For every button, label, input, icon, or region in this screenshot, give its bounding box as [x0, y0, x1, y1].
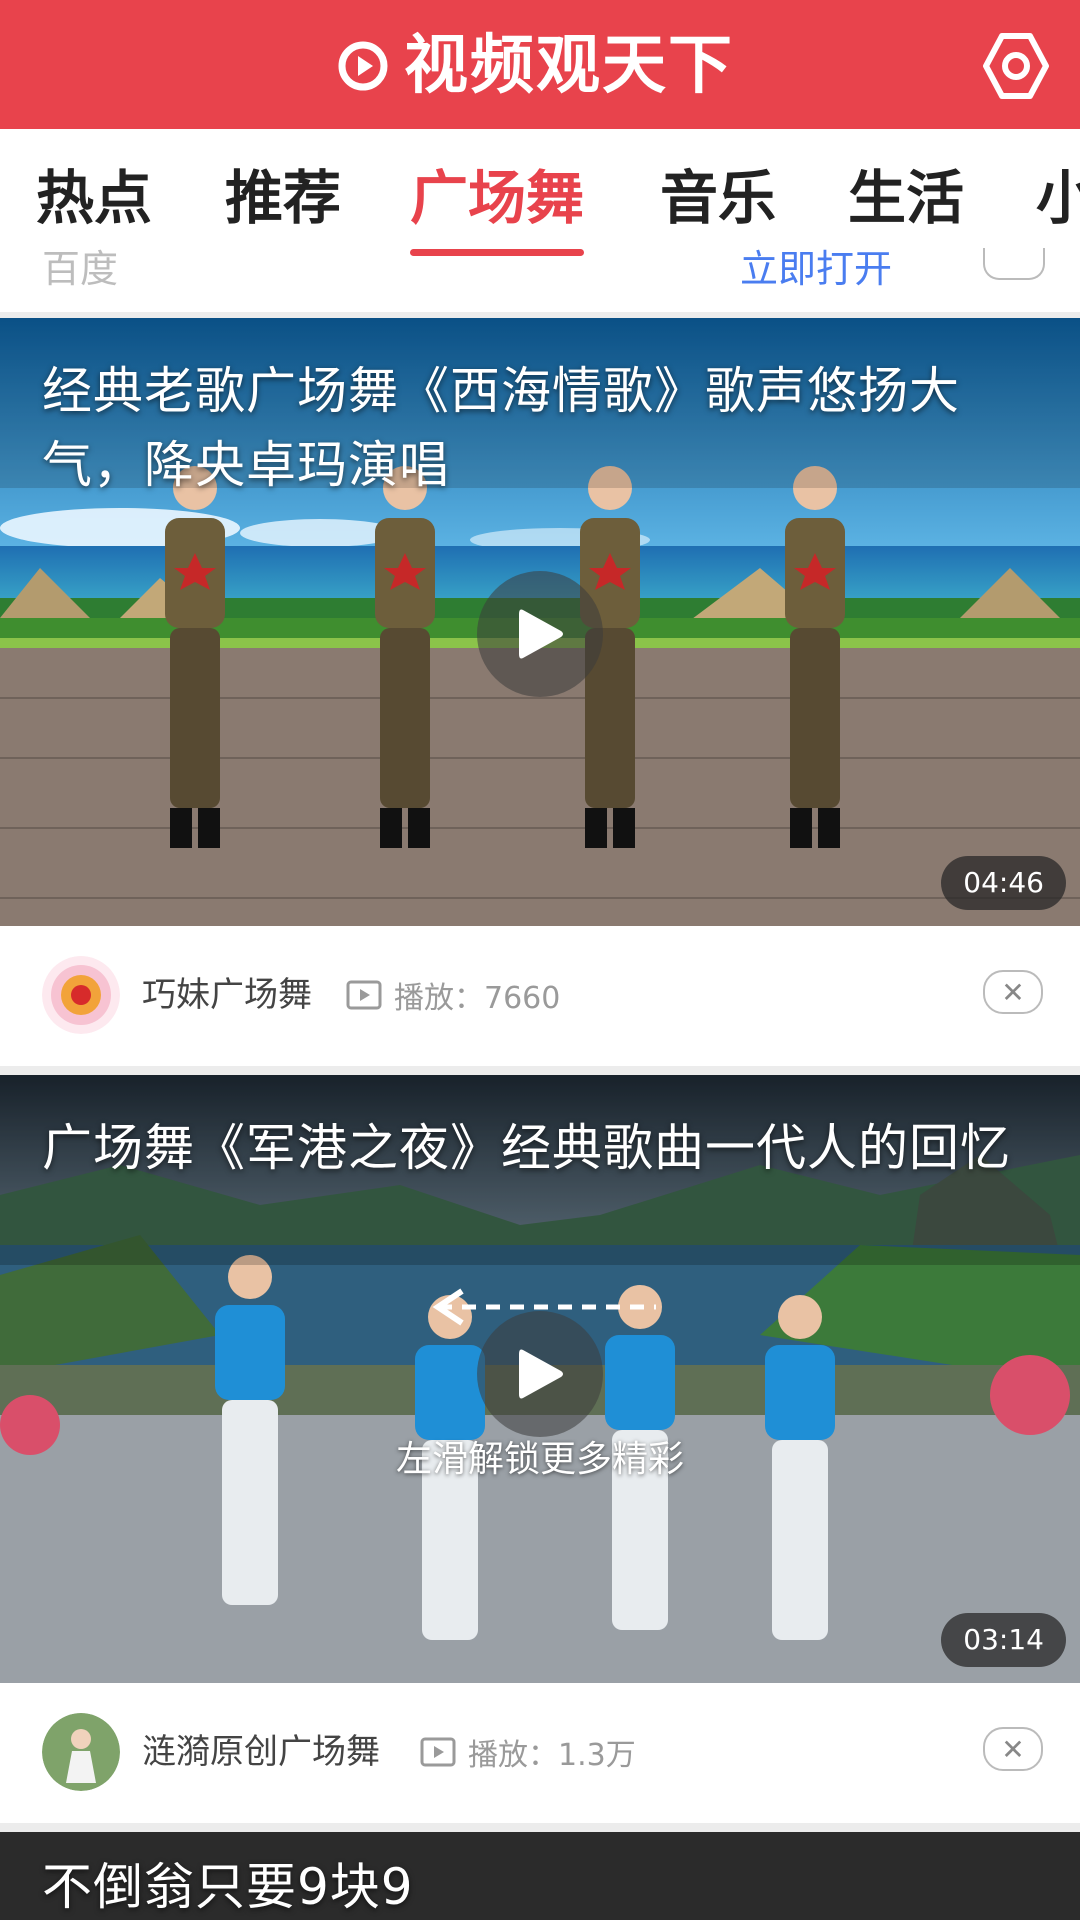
- swipe-hint: 左滑解锁更多精彩: [395, 1439, 684, 1480]
- video-duration: 04:46: [941, 856, 1066, 910]
- video-thumbnail[interactable]: 不倒翁只要9块9: [0, 1832, 1080, 1920]
- play-circle-icon: [338, 41, 388, 91]
- tab-life[interactable]: 生活: [848, 129, 964, 256]
- video-count-icon: [420, 1737, 456, 1767]
- video-card[interactable]: 广场舞《军港之夜》经典歌曲一代人的回忆 左滑解锁更多精彩 03:14 涟漪原创广…: [0, 1075, 1080, 1823]
- close-icon: ✕: [1001, 1732, 1025, 1766]
- tab-music[interactable]: 音乐: [660, 129, 776, 256]
- video-card[interactable]: 不倒翁只要9块9: [0, 1832, 1080, 1920]
- tab-more[interactable]: 小: [1036, 129, 1080, 256]
- video-count-icon: [346, 980, 382, 1010]
- video-thumbnail[interactable]: 经典老歌广场舞《西海情歌》歌声悠扬大气，降央卓玛演唱 04:46: [0, 318, 1080, 926]
- dismiss-button[interactable]: ✕: [983, 970, 1043, 1014]
- settings-icon: [983, 33, 1049, 99]
- video-thumbnail[interactable]: 广场舞《军港之夜》经典歌曲一代人的回忆 左滑解锁更多精彩 03:14: [0, 1075, 1080, 1683]
- author-name[interactable]: 巧妹广场舞: [142, 966, 312, 1024]
- ad-open-link[interactable]: 立即打开: [740, 238, 892, 293]
- category-tabs: 热点 推荐 广场舞 音乐 生活 小: [0, 129, 1080, 257]
- close-icon: ✕: [1001, 975, 1025, 1009]
- settings-button[interactable]: [976, 26, 1056, 106]
- dismiss-button[interactable]: ✕: [983, 1727, 1043, 1771]
- app-header: 视频观天下: [0, 0, 1080, 129]
- brand: 视频观天下: [338, 26, 734, 106]
- play-count: 播放：7660: [346, 966, 560, 1024]
- play-count: 播放：1.3万: [420, 1723, 636, 1781]
- video-title: 经典老歌广场舞《西海情歌》歌声悠扬大气，降央卓玛演唱: [42, 362, 960, 494]
- author-avatar[interactable]: [42, 1713, 120, 1791]
- avatar-photo-icon: [42, 1713, 120, 1791]
- author-name[interactable]: 涟漪原创广场舞: [142, 1723, 380, 1781]
- author-avatar[interactable]: [42, 956, 120, 1034]
- play-button[interactable]: [477, 571, 603, 697]
- ad-close-button[interactable]: [983, 248, 1045, 280]
- play-button[interactable]: [477, 1311, 603, 1437]
- dance-logo-icon: [42, 956, 120, 1034]
- play-count-text: 播放：7660: [394, 981, 561, 1016]
- ad-source: 百度: [42, 247, 119, 291]
- video-title: 不倒翁只要9块9: [42, 1858, 414, 1916]
- tab-square-dance[interactable]: 广场舞: [410, 129, 585, 256]
- video-title: 广场舞《军港之夜》经典歌曲一代人的回忆: [42, 1119, 1011, 1177]
- play-icon: [519, 1349, 563, 1399]
- video-card[interactable]: 经典老歌广场舞《西海情歌》歌声悠扬大气，降央卓玛演唱 04:46 巧妹广场舞 播…: [0, 318, 1080, 1066]
- video-meta: 巧妹广场舞 播放：7660 ✕: [0, 926, 1080, 1066]
- play-count-text: 播放：1.3万: [468, 1738, 636, 1773]
- video-meta: 涟漪原创广场舞 播放：1.3万 ✕: [0, 1683, 1080, 1823]
- tab-hot[interactable]: 热点: [36, 129, 152, 256]
- ad-card-remnant: 百度 立即打开: [0, 247, 1080, 312]
- app-title: 视频观天下: [404, 29, 734, 103]
- play-icon: [519, 609, 563, 659]
- tab-recommend[interactable]: 推荐: [225, 129, 341, 256]
- video-duration: 03:14: [941, 1613, 1066, 1667]
